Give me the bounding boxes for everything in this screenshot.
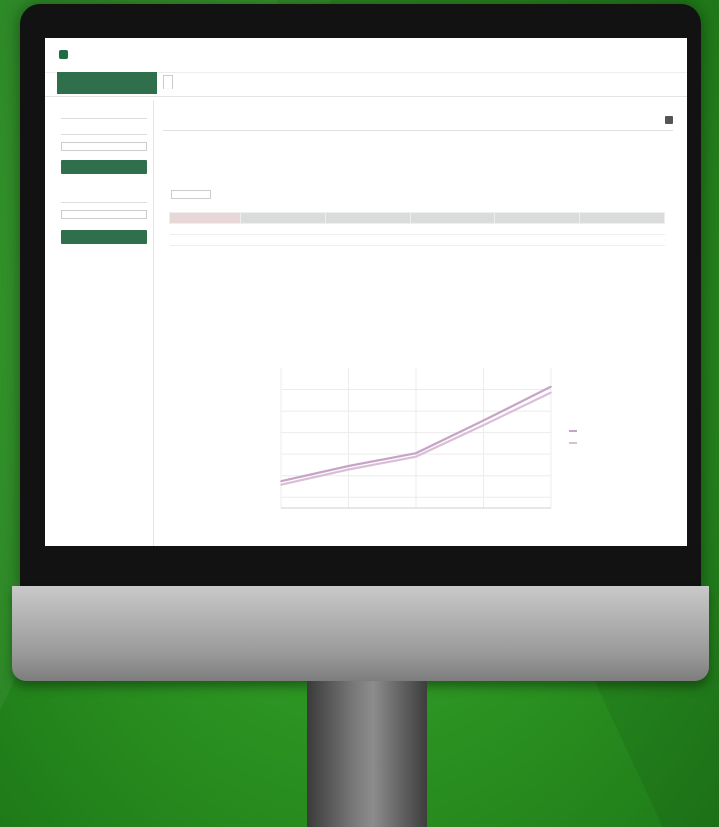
sidebar-select-2[interactable] — [61, 210, 147, 219]
column-header[interactable] — [579, 212, 665, 224]
table-cell — [579, 234, 665, 246]
app-logo[interactable] — [59, 48, 131, 62]
data-point — [280, 480, 282, 482]
divider — [61, 134, 147, 135]
table-row — [169, 223, 665, 235]
data-table — [169, 212, 665, 246]
table-cell — [325, 234, 411, 246]
data-point — [482, 424, 485, 426]
data-point — [550, 385, 552, 388]
main-content — [163, 100, 673, 540]
table-cell — [494, 234, 580, 246]
divider — [163, 130, 673, 131]
table-cell — [169, 223, 241, 235]
data-point — [280, 483, 282, 486]
monitor-stand — [307, 681, 427, 827]
table-cell — [240, 223, 326, 235]
column-header[interactable] — [494, 212, 581, 224]
tab-1[interactable] — [163, 75, 173, 89]
sidebar-button-2[interactable] — [61, 230, 147, 244]
table-cell — [169, 234, 241, 246]
sidebar-select-1[interactable] — [61, 142, 147, 151]
entries-select[interactable] — [171, 190, 211, 199]
divider — [61, 202, 147, 203]
divider — [61, 118, 147, 119]
sidebar — [57, 100, 154, 546]
sidebar-button-1[interactable] — [61, 160, 147, 174]
data-point — [415, 455, 417, 458]
column-header[interactable] — [409, 212, 496, 224]
data-point — [482, 419, 485, 422]
screen — [45, 38, 687, 546]
data-point — [347, 465, 350, 467]
data-point — [550, 391, 552, 394]
data-point — [347, 468, 350, 471]
logo-icon — [59, 50, 68, 59]
top-bar — [45, 38, 687, 73]
column-header[interactable] — [240, 212, 326, 224]
legend-swatch — [569, 442, 577, 444]
table-cell — [410, 234, 495, 246]
nav-bar — [45, 72, 687, 97]
menu-icon[interactable] — [665, 116, 673, 124]
line-chart — [280, 368, 577, 509]
table-cell — [579, 223, 665, 235]
table-header-row — [169, 212, 665, 224]
column-header[interactable] — [324, 212, 411, 224]
table-cell — [410, 223, 495, 235]
data-point — [415, 452, 417, 454]
table-row — [169, 234, 665, 246]
column-header[interactable] — [169, 212, 241, 224]
monitor-chin — [12, 586, 709, 681]
table-cell — [325, 223, 411, 235]
table-cell — [494, 223, 580, 235]
legend-swatch — [569, 430, 577, 432]
table-cell — [240, 234, 326, 246]
nav-brand[interactable] — [57, 72, 157, 94]
